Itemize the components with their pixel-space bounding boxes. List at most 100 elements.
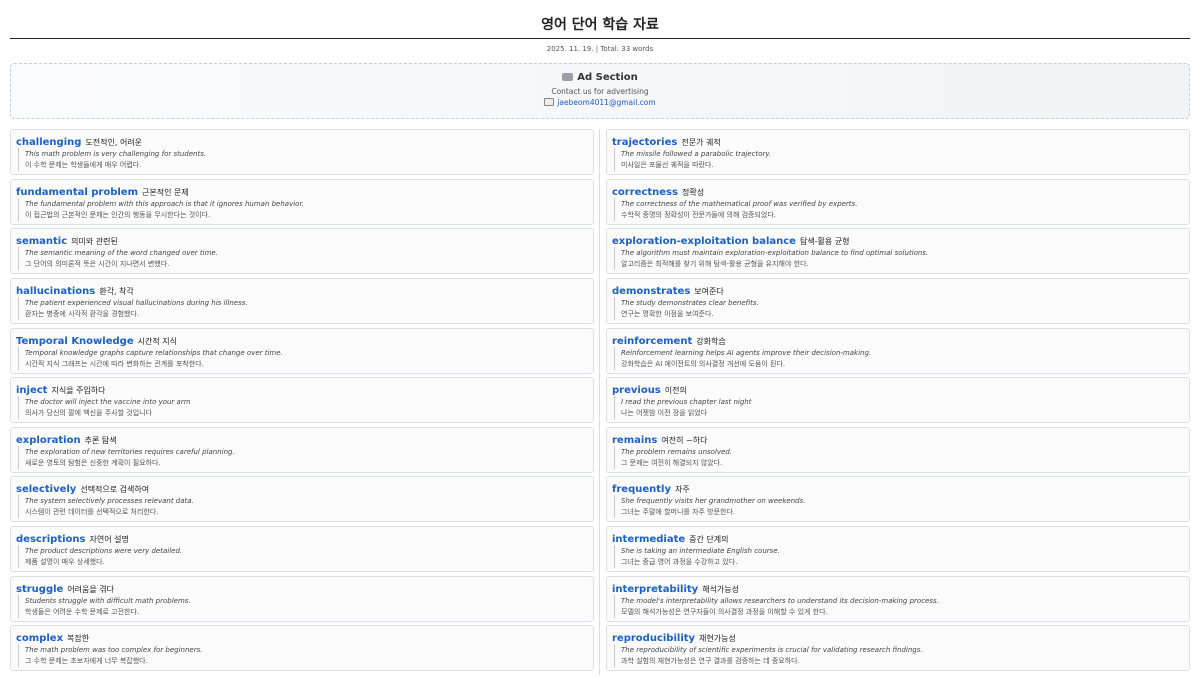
example-korean: 이 접근법의 근본적인 문제는 인간의 행동을 무시한다는 것이다. [25,210,211,219]
word-term: trajectories [612,137,678,148]
example-block: The problem remains unsolved. 그 문제는 여전히 해… [614,445,1184,469]
word-term: correctness [612,186,678,198]
word-meaning: 탐색-활용 균형 [799,237,850,247]
word-card: complex 복잡한 The math problem was too compl… [10,625,594,672]
example-korean: 그 문제는 여전히 해결되지 않았다. [621,458,723,467]
ad-email: jaebeom4011@gmail.com [11,97,1189,108]
example-block: She is taking an intermediate English co… [614,545,1184,569]
example-english: I read the previous chapter last night [621,398,752,407]
word-meaning: 이전의 [664,386,687,396]
word-term: semantic [16,236,68,248]
example-korean: 나는 어젯밤 이전 장을 읽었다 [621,409,708,418]
word-card: exploration 추론 탐색 The exploration of new t… [10,426,594,473]
word-term: reinforcement [612,335,693,347]
example-block: Students struggle with difficult math pr… [18,594,588,618]
word-meaning: 강화학습 [696,336,726,346]
example-block: The exploration of new territories requi… [18,445,588,469]
word-card: trajectories 전문가 궤적 The missile followed a… [606,129,1190,175]
example-korean: 미사일은 포물선 궤적을 따랐다. [621,161,714,169]
word-card: previous 이전의 I read the previous chapter l… [606,377,1190,424]
example-english: The system selectively processes relevan… [25,497,194,506]
word-meaning: 복잡한 [67,634,90,644]
ad-email-link[interactable]: jaebeom4011@gmail.com [557,98,655,107]
word-card: inject 지식을 주입하다 The doctor will inject the… [10,377,594,424]
word-card: Temporal Knowledge 시간적 지식 Temporal knowled… [10,327,594,374]
example-block: The reproducibility of scientific experi… [614,644,1184,668]
example-block: This math problem is very challenging fo… [18,148,588,171]
example-block: Reinforcement learning helps AI agents i… [614,346,1184,370]
example-block: The algorithm must maintain exploration-… [614,247,1184,271]
word-meaning: 보여준다 [694,286,724,296]
word-card: correctness 정확성 The correctness of the mat… [606,178,1190,225]
example-english: She is taking an intermediate English co… [621,547,780,556]
word-term: remains [612,434,658,446]
word-header: struggle 어려움을 겪다 [16,580,588,595]
example-block: The patient experienced visual hallucina… [18,296,588,320]
example-korean: 시스템이 관련 데이터를 선택적으로 처리한다. [25,508,159,517]
example-english: The product descriptions were very detai… [25,547,183,556]
example-korean: 알고리즘은 최적해를 찾기 위해 탐색-활용 균형을 유지해야 한다. [621,260,809,269]
word-header: previous 이전의 [612,381,1184,397]
word-header: intermediate 중간 단계의 [612,530,1184,546]
word-card: reproducibility 재현가능성 The reproducibility … [606,625,1190,672]
word-header: correctness 정확성 [612,183,1184,198]
word-card: reinforcement 강화학습 Reinforcement learning … [606,327,1190,374]
word-card: frequently 자주 She frequently visits her gr… [606,476,1190,523]
word-card: descriptions 자연어 설명 The product descriptio… [10,526,594,573]
example-block: The product descriptions were very detai… [18,545,588,569]
example-english: This math problem is very challenging fo… [25,150,207,158]
word-header: trajectories 전문가 궤적 [612,133,1184,148]
example-korean: 모델의 해석가능성은 연구자들이 의사결정 과정을 이해할 수 있게 한다. [621,607,828,616]
example-korean: 그녀는 중급 영어 과정을 수강하고 있다. [621,558,738,567]
example-english: The doctor will inject the vaccine into … [25,398,191,407]
example-korean: 그 단어의 의미론적 뜻은 시간이 지나면서 변했다. [25,260,170,269]
word-header: exploration-exploitation balance 탐색-활용 균형 [612,232,1184,247]
example-english: The study demonstrates clear benefits. [621,298,759,307]
word-term: exploration [16,434,81,446]
example-english: The semantic meaning of the word changed… [25,249,218,258]
word-card: semantic 의미와 관련된 The semantic meaning of t… [10,228,594,275]
example-block: The model's interpretability allows rese… [614,594,1184,618]
word-header: reinforcement 강화학습 [612,332,1184,347]
word-meaning: 자주 [674,485,690,495]
word-card: struggle 어려움을 겪다 Students struggle with di… [10,575,594,622]
word-term: Temporal Knowledge [16,335,134,347]
word-term: frequently [612,484,671,496]
word-meaning: 어려움을 겪다 [67,584,115,594]
word-term: descriptions [16,534,86,546]
title-divider [10,38,1190,39]
word-term: complex [16,633,64,645]
example-korean: 수학적 증명의 정확성이 전문가들에 의해 검증되었다. [621,210,777,219]
example-block: The correctness of the mathematical proo… [614,197,1184,221]
example-korean: 새로운 영토의 탐험은 신중한 계획이 필요하다. [25,458,161,467]
word-meaning: 의미와 관련된 [71,237,118,247]
word-card: remains 여전히 ~하다 The problem remains unsolv… [606,426,1190,473]
ad-contact-text: Contact us for advertising [551,87,649,96]
word-header: hallucinations 환각, 착각 [16,282,588,297]
example-korean: 제품 설명이 매우 상세했다. [25,558,105,567]
word-term: intermediate [612,534,686,546]
word-meaning: 재현가능성 [699,634,736,644]
date-text: 2025. 11. 19. [546,45,594,53]
word-meaning: 선택적으로 검색하여 [80,485,150,495]
example-english: The reproducibility of scientific experi… [621,646,923,655]
ad-title: Ad Section [11,71,1189,85]
example-korean: 학생들은 어려운 수학 문제로 고전한다. [25,607,140,616]
example-block: The system selectively processes relevan… [18,495,588,519]
word-card: interpretability 해석가능성 The model's interpr… [606,575,1190,622]
word-card: intermediate 중간 단계의 She is taking an inter… [606,526,1190,573]
word-meaning: 추론 탐색 [84,435,117,445]
word-card: selectively 선택적으로 검색하여 The system selectiv… [10,476,594,523]
example-english: She frequently visits her grandmother on… [621,497,806,506]
word-card: exploration-exploitation balance 탐색-활용 균형… [606,228,1190,275]
word-header: remains 여전히 ~하다 [612,431,1184,446]
word-header: Temporal Knowledge 시간적 지식 [16,332,588,347]
word-term: selectively [16,484,77,496]
example-korean: 시간적 지식 그래프는 시간에 따라 변화하는 관계를 포착한다. [25,359,204,368]
example-korean: 환자는 병중에 시각적 환각을 경험했다. [25,309,140,318]
word-term: interpretability [612,583,699,595]
word-term: previous [612,385,661,397]
word-meaning: 시간적 지식 [137,336,177,346]
page-title: 영어 단어 학습 자료 [541,17,659,33]
word-term: fundamental problem [16,186,139,198]
